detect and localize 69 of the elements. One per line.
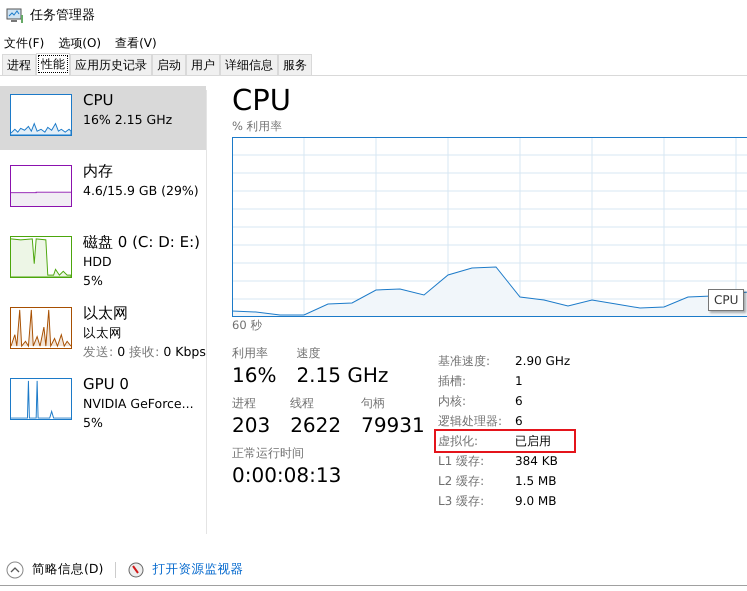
spec-value: 已启用 [515, 432, 551, 450]
tab[interactable]: 启动 [152, 54, 186, 75]
spec-label: 插槽: [438, 372, 468, 390]
monitor-icon [128, 562, 144, 578]
stat-label: 进程 [232, 394, 257, 410]
item-detail: 5% [83, 414, 104, 432]
tooltip: CPU [708, 289, 744, 312]
spec-value: 384 KB [515, 452, 558, 470]
tab[interactable]: 用户 [186, 54, 220, 75]
spec-label: 虚拟化: [438, 432, 480, 450]
sidebar-item[interactable]: 磁盘 0 (C: D: E:) HDD 5% [0, 228, 206, 292]
sidebar-item[interactable]: CPU 16% 2.15 GHz [0, 86, 206, 150]
chart-label: % 利用率 [232, 118, 284, 135]
stat-label: 速度 [296, 344, 322, 360]
spec-value: 1 [515, 372, 523, 390]
item-detail: 5% [83, 272, 104, 290]
item-detail: HDD [83, 253, 113, 271]
sidebar-item[interactable]: GPU 0 NVIDIA GeForce... 5% [0, 370, 206, 434]
monitor-link[interactable]: 打开资源监视器 [152, 560, 244, 579]
item-name: 以太网 [83, 303, 129, 323]
spec-value: 1.5 MB [515, 472, 556, 490]
tab[interactable]: 进程 [2, 54, 36, 75]
chart-footer: 60 秒 [232, 317, 747, 334]
stat-value: 16% [232, 362, 276, 388]
tab[interactable]: 详细信息 [220, 54, 278, 75]
spec-label: 基准速度: [438, 352, 492, 370]
item-name: GPU 0 [83, 374, 130, 394]
window-title: 任务管理器 [30, 7, 95, 26]
item-detail: 4.6/15.9 GB (29%) [83, 182, 199, 200]
app-icon [6, 8, 24, 24]
stat-value: 203 [232, 412, 270, 438]
tab[interactable]: 性能 [36, 53, 70, 75]
item-detail: 以太网 [83, 324, 123, 342]
stat-label: 线程 [290, 394, 316, 410]
collapse-button[interactable] [6, 560, 24, 578]
tab[interactable]: 服务 [278, 54, 312, 75]
spec-label: L3 缓存: [438, 492, 486, 510]
stat-value: 0 [117, 344, 126, 359]
item-detail: NVIDIA GeForce... [83, 395, 194, 413]
page-title: CPU [232, 82, 292, 118]
stat-label: 利用率 [232, 344, 269, 360]
stat-value: 0 Kbps [163, 344, 206, 359]
tab[interactable]: 应用历史记录 [70, 54, 152, 75]
spec-value: 9.0 MB [515, 492, 556, 510]
stat-value: 79931 [361, 412, 425, 438]
menu-item[interactable]: 文件(F) [4, 34, 44, 52]
item-name: 磁盘 0 (C: D: E:) [83, 232, 200, 252]
spec-value: 6 [515, 392, 523, 410]
stat-label: 接收: [129, 344, 160, 359]
sidebar-item[interactable]: 以太网 以太网 发送: 0 接收: 0 Kbps [0, 299, 206, 363]
stat-label: 句柄 [361, 394, 386, 410]
item-detail: 16% 2.15 GHz [83, 111, 172, 129]
spec-value: 6 [515, 412, 523, 430]
stat-value: 2.15 GHz [296, 362, 388, 388]
menu-item[interactable]: 查看(V) [115, 34, 157, 52]
spec-label: 内核: [438, 392, 468, 410]
spec-label: L2 缓存: [438, 472, 486, 490]
stat-label: 正常运行时间 [232, 444, 305, 460]
sidebar-item[interactable]: 内存 4.6/15.9 GB (29%) [0, 157, 206, 221]
summary-toggle[interactable]: 简略信息(D) [32, 560, 104, 579]
stat-value: 2622 [290, 412, 342, 438]
spec-label: 逻辑处理器: [438, 412, 504, 430]
menu-item[interactable]: 选项(O) [58, 34, 102, 52]
spec-value: 2.90 GHz [515, 352, 570, 370]
stat-value: 0:00:08:13 [232, 462, 342, 488]
stat-label: 发送: [83, 344, 114, 359]
item-name: CPU [83, 90, 114, 110]
item-name: 内存 [83, 161, 114, 181]
spec-label: L1 缓存: [438, 452, 486, 470]
